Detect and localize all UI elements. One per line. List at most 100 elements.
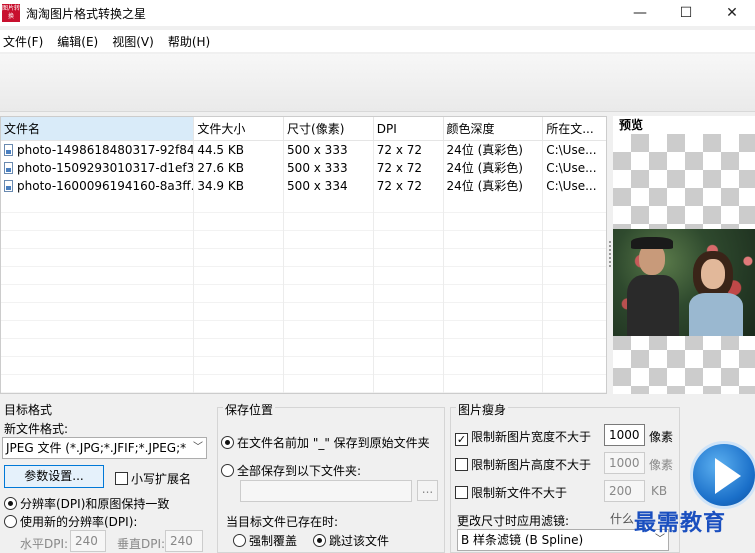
file-color-depth: 24位 (真彩色)	[444, 177, 544, 195]
app-logo-icon: 图片转换	[2, 4, 20, 22]
h-dpi-input[interactable]: 240	[70, 530, 106, 552]
column-header-dimensions[interactable]: 尺寸(像素)	[284, 117, 374, 140]
table-row[interactable]: photo-1600096194160-8a3ff... 34.9 KB 500…	[1, 177, 606, 195]
file-folder: C:\Use...	[546, 161, 597, 175]
new-format-label: 新文件格式:	[4, 422, 69, 436]
image-file-icon	[4, 180, 13, 192]
save-folder-label: 全部保存到以下文件夹:	[237, 464, 362, 478]
maximize-button[interactable]: ☐	[663, 0, 709, 26]
app-logo-text: 图片转换	[2, 5, 21, 20]
file-dimensions: 500 x 334	[284, 177, 374, 195]
limit-width-input[interactable]: 1000	[604, 424, 645, 446]
radio-icon	[4, 515, 17, 528]
minimize-button[interactable]: —	[617, 0, 663, 26]
watermark-logo: 最需教育	[634, 511, 727, 536]
file-folder: C:\Use...	[546, 143, 597, 157]
column-header-dpi[interactable]: DPI	[374, 117, 444, 140]
save-location-group-title: 保存位置	[223, 401, 276, 418]
limit-size-unit: KB	[651, 484, 668, 498]
image-file-icon	[4, 144, 13, 156]
overwrite-label: 强制覆盖	[249, 534, 298, 548]
radio-icon	[233, 534, 246, 547]
limit-height-unit: 像素	[649, 458, 674, 472]
limit-height-input[interactable]: 1000	[604, 452, 645, 474]
file-list[interactable]: 文件名 文件大小 尺寸(像素) DPI 颜色深度 所在文... photo-14…	[0, 116, 607, 394]
file-name: photo-1498618480317-92f84...	[17, 143, 195, 157]
transparency-checkerboard	[613, 134, 755, 394]
file-list-header: 文件名 文件大小 尺寸(像素) DPI 颜色深度 所在文...	[1, 117, 606, 141]
v-dpi-input[interactable]: 240	[165, 530, 203, 552]
file-folder: C:\Use...	[546, 179, 597, 193]
overwrite-radio[interactable]: 强制覆盖	[233, 532, 297, 549]
file-dimensions: 500 x 333	[284, 159, 374, 177]
file-dpi: 72 x 72	[374, 141, 444, 159]
menu-file[interactable]: 文件(F)	[3, 33, 43, 50]
radio-selected-icon	[313, 534, 326, 547]
radio-selected-icon	[221, 436, 234, 449]
dpi-keep-radio[interactable]: 分辨率(DPI)和原图保持一致	[4, 495, 169, 512]
menu-bar: 文件(F) 编辑(E) 视图(V) 帮助(H)	[0, 30, 755, 52]
filter-label: 更改尺寸时应用滤镜:	[457, 514, 570, 528]
file-color-depth: 24位 (真彩色)	[444, 159, 544, 177]
table-row[interactable]: photo-1509293010317-d1ef3... 27.6 KB 500…	[1, 159, 606, 177]
format-select[interactable]: JPEG 文件 (*.JPG;*.JFIF;*.JPEG;* ﹀	[2, 437, 207, 459]
column-header-color-depth[interactable]: 颜色深度	[444, 117, 544, 140]
file-dimensions: 500 x 333	[284, 141, 374, 159]
file-dpi: 72 x 72	[374, 177, 444, 195]
preview-title: 预览	[619, 118, 644, 132]
image-file-icon	[4, 162, 13, 174]
column-header-size[interactable]: 文件大小	[194, 117, 285, 140]
exists-label: 当目标文件已存在时:	[226, 515, 339, 529]
limit-size-label: 限制新文件不大于	[471, 486, 568, 500]
menu-view[interactable]: 视图(V)	[112, 33, 154, 50]
save-folder-radio[interactable]: 全部保存到以下文件夹:	[221, 462, 361, 479]
column-header-folder[interactable]: 所在文...	[543, 117, 606, 140]
table-row[interactable]: photo-1498618480317-92f84... 44.5 KB 500…	[1, 141, 606, 159]
file-name: photo-1600096194160-8a3ff...	[17, 179, 195, 193]
resize-group-title: 图片瘦身	[456, 401, 509, 418]
save-prefix-radio[interactable]: 在文件名前加 "_" 保存到原始文件夹	[221, 434, 430, 451]
dpi-new-radio[interactable]: 使用新的分辨率(DPI):	[4, 513, 137, 530]
target-format-group-title: 目标格式	[4, 403, 53, 417]
checkbox-icon	[455, 458, 468, 471]
params-settings-button[interactable]: 参数设置...	[4, 465, 104, 488]
skip-label: 跳过该文件	[329, 534, 390, 548]
format-select-value: JPEG 文件 (*.JPG;*.JFIF;*.JPEG;*	[6, 441, 187, 455]
radio-selected-icon	[4, 497, 17, 510]
close-button[interactable]: ✕	[709, 0, 755, 26]
limit-size-checkbox[interactable]: 限制新文件不大于	[455, 484, 567, 501]
dpi-new-label: 使用新的分辨率(DPI):	[20, 515, 138, 529]
file-size: 27.6 KB	[194, 159, 285, 177]
browse-folder-button[interactable]: ...	[417, 480, 438, 501]
limit-size-input[interactable]: 200	[604, 480, 645, 502]
filter-select-value: B 样条滤镜 (B Spline)	[461, 533, 584, 547]
watermark-small-text: 什么	[610, 512, 635, 526]
dpi-keep-label: 分辨率(DPI)和原图保持一致	[20, 497, 170, 511]
column-header-name[interactable]: 文件名	[1, 117, 195, 140]
lowercase-ext-checkbox[interactable]: 小写扩展名	[115, 470, 191, 487]
radio-icon	[221, 464, 234, 477]
file-dpi: 72 x 72	[374, 159, 444, 177]
checkbox-icon	[455, 486, 468, 499]
start-convert-button[interactable]	[690, 441, 755, 509]
file-size: 34.9 KB	[194, 177, 285, 195]
lowercase-ext-label: 小写扩展名	[131, 472, 192, 486]
limit-height-checkbox[interactable]: 限制新图片高度不大于	[455, 456, 591, 473]
grip-dots-icon	[609, 241, 611, 269]
h-dpi-label: 水平DPI:	[20, 537, 69, 551]
checkbox-icon	[115, 472, 128, 485]
limit-width-unit: 像素	[649, 430, 674, 444]
play-arrow-icon	[715, 458, 741, 494]
window-title: 淘淘图片格式转换之星	[26, 6, 147, 21]
file-size: 44.5 KB	[194, 141, 285, 159]
preview-image	[613, 229, 755, 336]
toolbar	[0, 54, 755, 112]
menu-help[interactable]: 帮助(H)	[168, 33, 210, 50]
save-prefix-label: 在文件名前加 "_" 保存到原始文件夹	[237, 436, 430, 450]
chevron-down-icon: ﹀	[190, 438, 206, 458]
file-color-depth: 24位 (真彩色)	[444, 141, 544, 159]
skip-radio[interactable]: 跳过该文件	[313, 532, 389, 549]
limit-width-checkbox[interactable]: ✓ 限制新图片宽度不大于	[455, 428, 591, 446]
save-folder-input[interactable]	[240, 480, 412, 502]
menu-edit[interactable]: 编辑(E)	[57, 33, 98, 50]
